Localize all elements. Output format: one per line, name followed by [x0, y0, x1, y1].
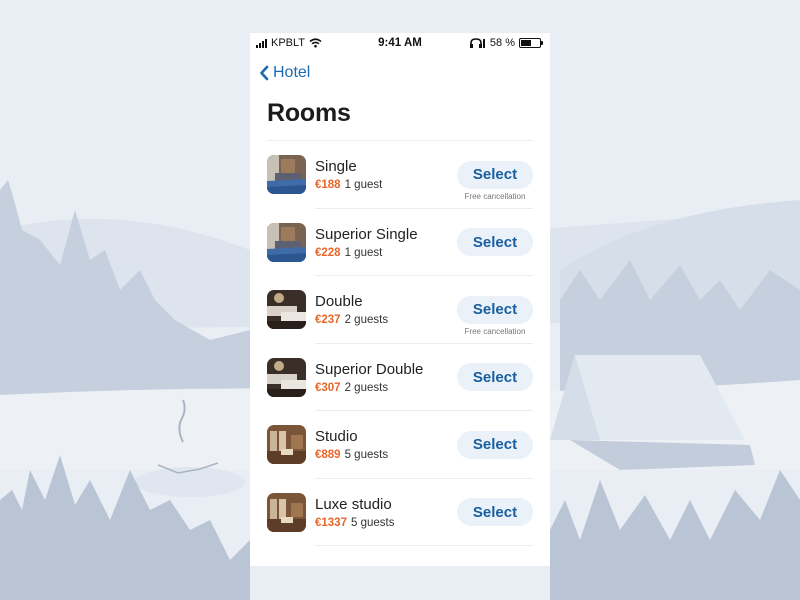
room-guests: 5 guests [350, 516, 395, 529]
room-meta: €889 5 guests [315, 449, 457, 461]
room-price: €237 [315, 314, 341, 327]
room-list-item[interactable]: Double €237 2 guests Select Free cancell… [250, 276, 550, 344]
status-bar: KPBLT 9:41 AM 58 % [250, 33, 550, 53]
room-name: Studio [315, 428, 358, 446]
select-column: Select [457, 363, 533, 392]
room-guests: 1 guest [344, 246, 383, 259]
room-photo [267, 155, 306, 195]
room-price: €1337 [315, 516, 347, 529]
select-button[interactable]: Select [457, 430, 533, 459]
room-price: €188 [315, 179, 341, 192]
battery-percentage: 58 % [489, 37, 515, 49]
room-info: Superior Double €307 2 guests [315, 361, 457, 394]
room-photo [267, 290, 306, 330]
room-name: Luxe studio [315, 495, 392, 513]
select-column: Select [457, 498, 533, 527]
room-photo [267, 492, 306, 532]
room-name: Superior Single [315, 225, 418, 243]
room-list-item[interactable]: Superior Double €307 2 guests Select [250, 344, 550, 412]
room-list: Single €188 1 guest Select Free cancella… [250, 141, 550, 546]
room-photo [267, 425, 306, 465]
room-info: Superior Single €228 1 guest [315, 226, 457, 259]
back-label: Hotel [273, 64, 311, 81]
select-button[interactable]: Select [457, 160, 533, 189]
room-info: Single €188 1 guest [315, 158, 457, 191]
room-guests: 2 guests [344, 314, 389, 327]
headphones-icon [469, 38, 485, 48]
room-photo [267, 357, 306, 397]
battery-icon [519, 38, 543, 48]
select-column: Select Free cancellation [457, 160, 533, 201]
back-button[interactable]: Hotel [259, 63, 550, 83]
free-cancellation-note: Free cancellation [464, 191, 526, 201]
room-list-item[interactable]: Single €188 1 guest Select Free cancella… [250, 141, 550, 209]
room-guests: 5 guests [344, 449, 389, 462]
room-meta: €1337 5 guests [315, 517, 457, 529]
select-column: Select [457, 228, 533, 257]
select-button[interactable]: Select [457, 295, 533, 324]
select-button[interactable]: Select [457, 228, 533, 257]
select-column: Select [457, 430, 533, 459]
room-list-item[interactable]: Superior Single €228 1 guest Select [250, 209, 550, 277]
room-guests: 2 guests [344, 381, 389, 394]
room-price: €889 [315, 449, 341, 462]
room-info: Luxe studio €1337 5 guests [315, 496, 457, 529]
room-guests: 1 guest [344, 179, 383, 192]
room-meta: €188 1 guest [315, 179, 457, 191]
chevron-left-icon [260, 65, 269, 81]
phone-screen: KPBLT 9:41 AM 58 % Hotel Rooms Single €1… [250, 33, 550, 566]
page-title: Rooms [267, 99, 351, 127]
room-list-item[interactable]: Luxe studio €1337 5 guests Select [250, 479, 550, 547]
battery-level [521, 40, 532, 46]
select-column: Select Free cancellation [457, 295, 533, 336]
room-name: Superior Double [315, 360, 424, 378]
room-meta: €237 2 guests [315, 314, 457, 326]
room-price: €228 [315, 246, 341, 259]
wifi-icon [309, 38, 322, 48]
room-info: Double €237 2 guests [315, 293, 457, 326]
room-meta: €228 1 guest [315, 247, 457, 259]
room-list-item[interactable]: Studio €889 5 guests Select [250, 411, 550, 479]
room-name: Double [315, 293, 363, 311]
room-price: €307 [315, 381, 341, 394]
room-photo [267, 222, 306, 262]
select-button[interactable]: Select [457, 498, 533, 527]
signal-icon [256, 38, 267, 48]
free-cancellation-note: Free cancellation [464, 326, 526, 336]
select-button[interactable]: Select [457, 363, 533, 392]
room-info: Studio €889 5 guests [315, 428, 457, 461]
room-meta: €307 2 guests [315, 382, 457, 394]
room-name: Single [315, 158, 357, 176]
carrier-name: KPBLT [271, 37, 306, 49]
